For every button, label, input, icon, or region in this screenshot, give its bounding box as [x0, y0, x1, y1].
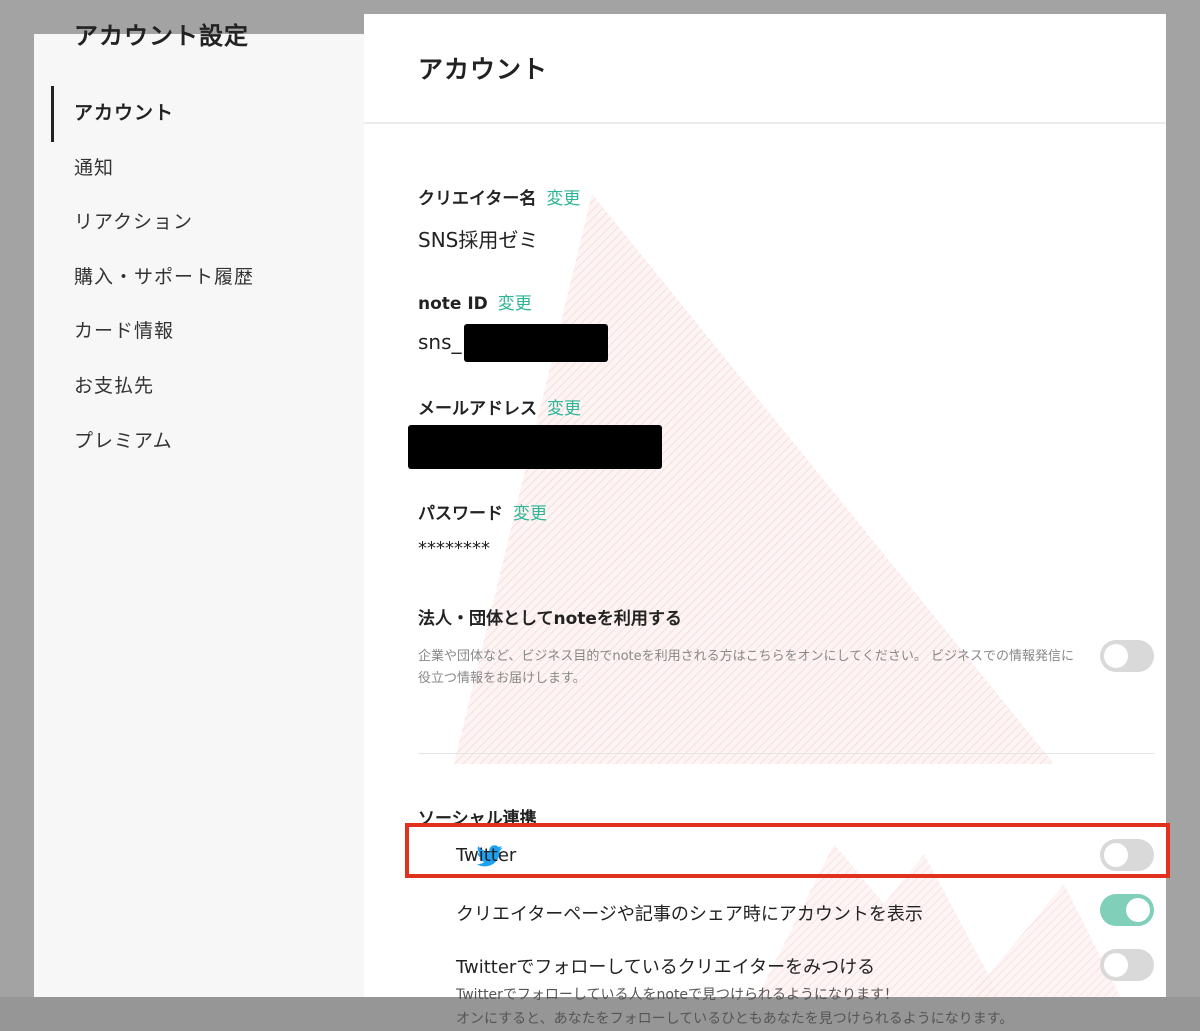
password-label-text: パスワード: [418, 504, 503, 524]
nav-item-premium[interactable]: プレミアム: [34, 414, 364, 469]
panel-header: アカウント: [364, 14, 1166, 124]
email-label: メールアドレス 変更: [418, 394, 581, 419]
creator-name-label: クリエイター名 変更: [418, 184, 580, 209]
find-creators-description-line-2: オンにすると、あなたをフォローしているひともあなたを見つけられるようになります。: [456, 1011, 1014, 1027]
nav-item-purchase-history[interactable]: 購入・サポート履歴: [34, 250, 364, 305]
settings-nav: アカウント 通知 リアクション 購入・サポート履歴 カード情報 お支払先 プレミ…: [34, 86, 364, 468]
find-creators-label: Twitterでフォローしているクリエイターをみつける: [456, 957, 876, 978]
note-id-label-text: note ID: [418, 294, 488, 314]
show-account-label: クリエイターページや記事のシェア時にアカウントを表示: [456, 904, 923, 925]
toggle-knob: [1126, 898, 1150, 922]
social-section-title: ソーシャル連携: [418, 809, 537, 829]
twitter-label: Twitter: [456, 845, 517, 866]
note-id-change-link[interactable]: 変更: [498, 294, 532, 314]
toggle-knob: [1104, 843, 1128, 867]
redacted-note-id: [464, 324, 608, 362]
show-account-toggle[interactable]: [1100, 894, 1154, 926]
corporate-toggle[interactable]: [1100, 640, 1154, 672]
settings-sidebar: アカウント 通知 リアクション 購入・サポート履歴 カード情報 お支払先 プレミ…: [34, 34, 364, 997]
nav-item-notifications[interactable]: 通知: [34, 141, 364, 196]
nav-item-reactions[interactable]: リアクション: [34, 195, 364, 250]
creator-name-label-text: クリエイター名: [418, 189, 537, 209]
creator-name-value: SNS採用ゼミ: [418, 228, 539, 252]
password-value: ********: [418, 538, 490, 559]
redacted-email: [408, 425, 662, 469]
toggle-knob: [1104, 644, 1128, 668]
find-creators-description: Twitterでフォローしている人をnoteで見つけられるようになります！ オン…: [456, 983, 1013, 1031]
account-panel: アカウント クリエイター名 変更 SNS採用ゼミ note ID 変更 sns_ メ…: [364, 14, 1166, 997]
password-label: パスワード 変更: [418, 499, 547, 524]
email-change-link[interactable]: 変更: [547, 399, 581, 419]
section-divider: [418, 753, 1154, 754]
panel-title: アカウント: [418, 55, 549, 84]
find-creators-description-line-1: Twitterでフォローしている人をnoteで見つけられるようになります！: [456, 987, 899, 1003]
twitter-toggle[interactable]: [1100, 839, 1154, 871]
toggle-knob: [1104, 953, 1128, 977]
find-creators-toggle[interactable]: [1100, 949, 1154, 981]
password-change-link[interactable]: 変更: [513, 504, 547, 524]
settings-title: アカウント設定: [74, 22, 249, 50]
creator-name-change-link[interactable]: 変更: [546, 189, 580, 209]
email-label-text: メールアドレス: [418, 399, 537, 419]
corporate-description: 企業や団体など、ビジネス目的でnoteを利用される方はこちらをオンにしてください…: [418, 649, 1074, 686]
note-id-value: sns_: [418, 330, 462, 354]
nav-item-card-info[interactable]: カード情報: [34, 304, 364, 359]
nav-item-account[interactable]: アカウント: [34, 86, 364, 142]
corporate-label: 法人・団体としてnoteを利用する: [418, 609, 682, 629]
nav-item-payee[interactable]: お支払先: [34, 359, 364, 414]
note-id-label: note ID 変更: [418, 289, 532, 314]
